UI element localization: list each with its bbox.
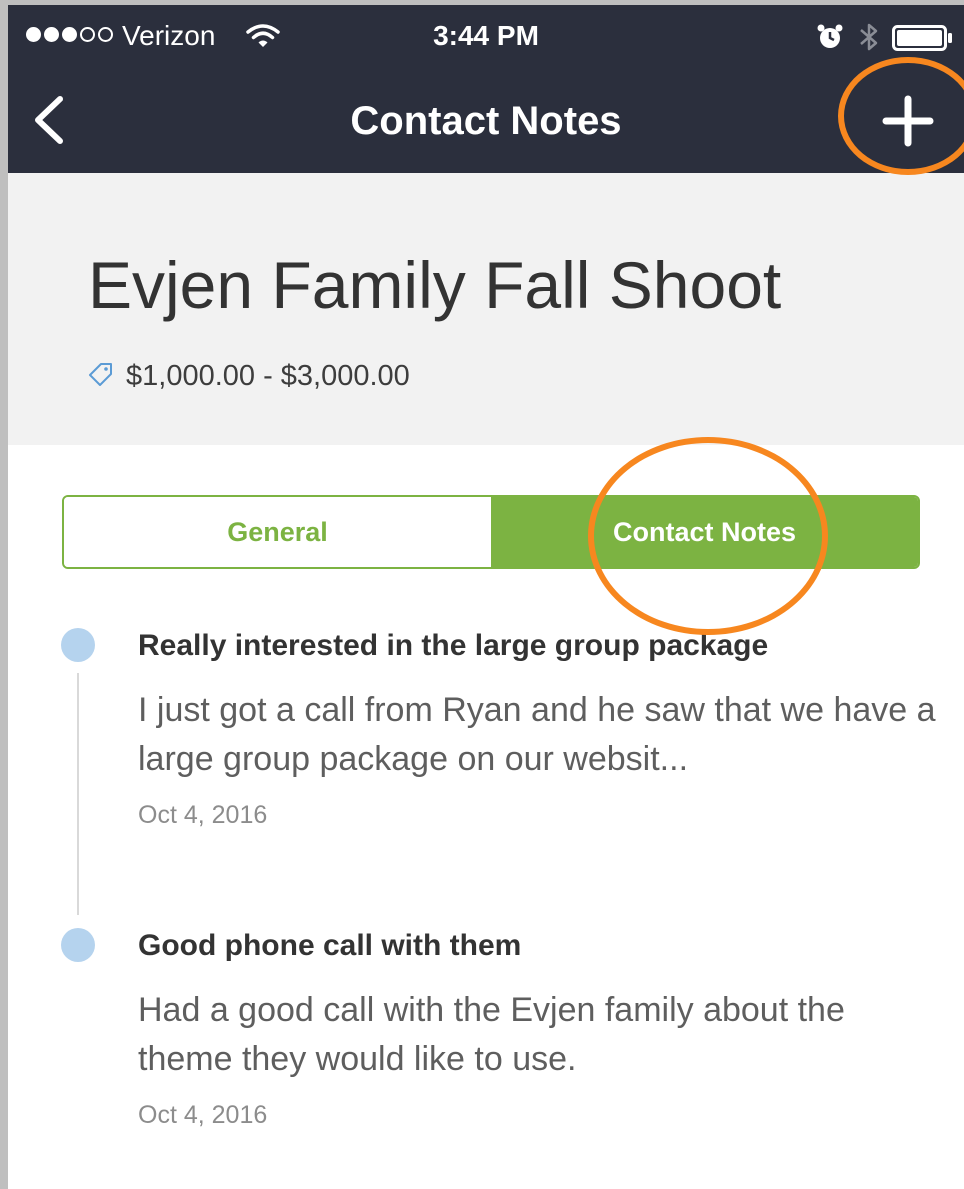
note-title: Really interested in the large group pac… [138,629,769,662]
battery-icon [892,25,954,56]
bluetooth-icon [858,21,880,58]
note-date: Oct 4, 2016 [138,801,268,829]
page-title: Contact Notes [350,99,622,143]
note-item[interactable]: Good phone call with them Had a good cal… [8,920,964,1140]
project-header: Evjen Family Fall Shoot $1,000.00 - $3,0… [8,173,964,445]
top-bar: Verizon 3:44 PM Contact Notes [8,5,964,173]
status-bar: Verizon 3:44 PM [8,5,964,67]
note-body: Had a good call with the Evjen family ab… [138,991,845,1078]
annotation-circle-contact-notes-tab [588,437,828,635]
note-title: Good phone call with them [138,929,522,962]
project-title: Evjen Family Fall Shoot [88,248,782,322]
timeline-dot [61,628,95,662]
price-range: $1,000.00 - $3,000.00 [126,360,410,392]
app-screen: Verizon 3:44 PM Contact Notes Evjen Fami… [0,0,964,1189]
alarm-icon [816,23,844,56]
navigation-bar: Contact Notes [8,67,964,173]
note-date: Oct 4, 2016 [138,1101,268,1129]
tab-general[interactable]: General [64,497,491,567]
tag-icon [86,360,114,393]
note-item[interactable]: Really interested in the large group pac… [8,620,964,840]
price-range-row: $1,000.00 - $3,000.00 [86,359,410,393]
timeline-dot [61,928,95,962]
note-body: I just got a call from Ryan and he saw t… [138,691,936,778]
